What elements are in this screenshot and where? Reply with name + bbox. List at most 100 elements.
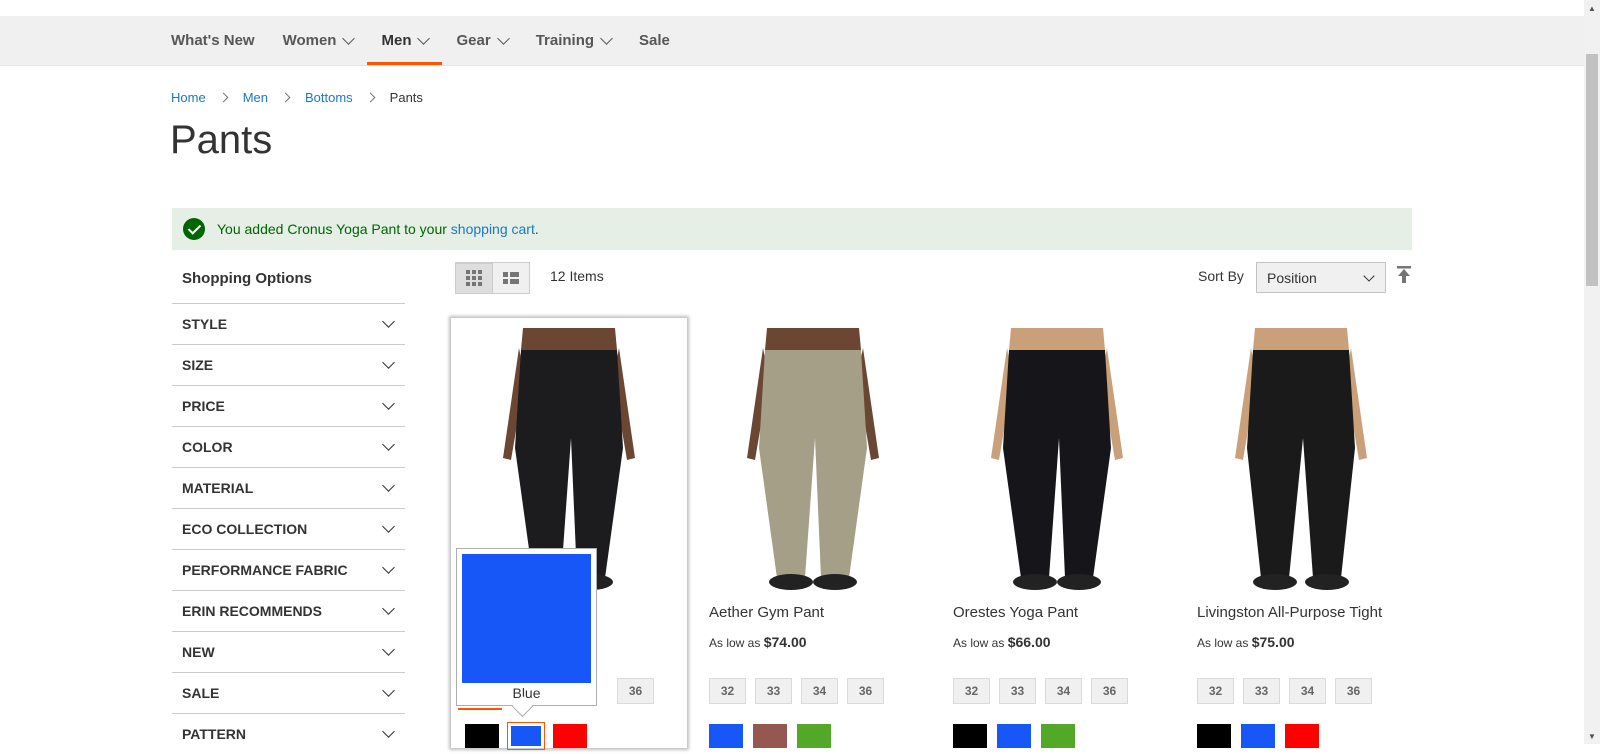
filter-pattern[interactable]: PATTERN: [172, 713, 405, 754]
page-title: Pants: [170, 118, 273, 162]
nav-item-men[interactable]: Men: [367, 16, 443, 65]
color-swatch[interactable]: [753, 724, 787, 748]
sort-direction-arrow-icon[interactable]: [1396, 266, 1412, 284]
product-photo[interactable]: [705, 328, 921, 593]
chevron-down-icon: [382, 479, 395, 492]
chevron-down-icon: [382, 643, 395, 656]
color-swatch[interactable]: [1197, 724, 1231, 748]
filter-label: PERFORMANCE FABRIC: [182, 562, 348, 578]
color-swatch[interactable]: [997, 724, 1031, 748]
breadcrumb-men[interactable]: Men: [243, 90, 268, 105]
size-option[interactable]: 34: [1045, 678, 1082, 704]
nav-item-label: Training: [535, 32, 595, 49]
filter-material[interactable]: MATERIAL: [172, 467, 405, 508]
filter-new[interactable]: NEW: [172, 631, 405, 672]
price-prefix: As low as: [1197, 636, 1249, 650]
breadcrumb: Home Men Bottoms Pants: [171, 90, 423, 105]
items-count: 12 Items: [550, 268, 604, 284]
size-option[interactable]: 36: [617, 678, 654, 704]
scroll-down-arrow-icon[interactable]: ▼: [1584, 728, 1600, 744]
filter-color[interactable]: COLOR: [172, 426, 405, 467]
color-swatch[interactable]: [953, 724, 987, 748]
breadcrumb-home[interactable]: Home: [171, 90, 206, 105]
filter-performance-fabric[interactable]: PERFORMANCE FABRIC: [172, 549, 405, 590]
scroll-up-arrow-icon[interactable]: ▲: [1584, 0, 1600, 16]
nav-item-label: Gear: [456, 32, 491, 49]
size-options: 32 33 34 36: [1197, 678, 1372, 704]
price-value: $75.00: [1251, 634, 1295, 650]
product-name[interactable]: Orestes Yoga Pant: [953, 604, 1078, 621]
size-option[interactable]: 36: [847, 678, 884, 704]
nav-item-women[interactable]: Women: [269, 16, 368, 65]
chevron-down-icon: [382, 684, 395, 697]
checkmark-icon: [183, 218, 205, 240]
price-prefix: As low as: [709, 636, 761, 650]
breadcrumb-bottoms[interactable]: Bottoms: [305, 90, 353, 105]
sort-by-label: Sort By: [1198, 268, 1244, 284]
grid-view-button[interactable]: [455, 262, 493, 294]
filter-size[interactable]: SIZE: [172, 344, 405, 385]
filter-price[interactable]: PRICE: [172, 385, 405, 426]
filter-eco-collection[interactable]: ECO COLLECTION: [172, 508, 405, 549]
product-photo[interactable]: [949, 328, 1165, 593]
color-swatch[interactable]: [465, 724, 499, 748]
success-message: You added Cronus Yoga Pant to your shopp…: [172, 208, 1412, 250]
nav-item-label: Women: [282, 32, 337, 49]
chevron-down-icon: [382, 725, 395, 738]
color-options: [465, 722, 587, 750]
nav-item-sale[interactable]: Sale: [625, 16, 684, 65]
size-option[interactable]: 36: [1335, 678, 1372, 704]
color-swatch[interactable]: [709, 724, 743, 748]
size-option[interactable]: 34: [1289, 678, 1326, 704]
chevron-down-icon: [382, 397, 395, 410]
color-swatch[interactable]: [1285, 724, 1319, 748]
sidebar-filters: Shopping Options STYLE SIZE PRICE COLOR MATE…: [172, 262, 405, 754]
main-navigation: What's New Women Men Gear Training Sale: [0, 16, 1584, 66]
nav-item-label: What's New: [171, 32, 255, 49]
product-photo[interactable]: [1193, 328, 1409, 593]
shopping-options-title: Shopping Options: [182, 270, 312, 287]
color-swatch[interactable]: [1241, 724, 1275, 748]
size-option[interactable]: 34: [801, 678, 838, 704]
nav-item-gear[interactable]: Gear: [442, 16, 521, 65]
filter-erin-recommends[interactable]: ERIN RECOMMENDS: [172, 590, 405, 631]
scroll-thumb[interactable]: [1586, 54, 1598, 286]
size-option[interactable]: 32: [953, 678, 990, 704]
nav-item-label: Men: [381, 32, 412, 49]
size-option[interactable]: 33: [1243, 678, 1280, 704]
chevron-down-icon: [382, 561, 395, 574]
size-option[interactable]: 32: [1197, 678, 1234, 704]
color-swatch[interactable]: [797, 724, 831, 748]
filter-style[interactable]: STYLE: [172, 303, 405, 344]
color-swatch[interactable]: [553, 724, 587, 748]
swatch-tooltip: Blue: [456, 548, 597, 718]
filter-label: ECO COLLECTION: [182, 521, 308, 537]
color-swatch[interactable]: [1041, 724, 1075, 748]
chevron-down-icon: [382, 356, 395, 369]
chevron-down-icon: [1363, 270, 1375, 282]
price-value: $66.00: [1007, 634, 1051, 650]
list-icon: [503, 272, 519, 284]
product-name[interactable]: Aether Gym Pant: [709, 604, 824, 621]
size-option[interactable]: 36: [1091, 678, 1128, 704]
nav-item-what-s-new[interactable]: What's New: [171, 16, 269, 65]
filter-sale[interactable]: SALE: [172, 672, 405, 713]
product-name[interactable]: Livingston All-Purpose Tight: [1197, 604, 1382, 621]
filter-label: ERIN RECOMMENDS: [182, 603, 323, 619]
size-option[interactable]: 32: [709, 678, 746, 704]
filter-label: PRICE: [182, 398, 225, 414]
breadcrumb-separator-icon: [280, 92, 291, 103]
sort-by-select[interactable]: Position: [1256, 262, 1386, 293]
filter-label: MATERIAL: [182, 480, 254, 496]
chevron-down-icon: [496, 31, 510, 45]
size-option[interactable]: 33: [999, 678, 1036, 704]
product-image: [1193, 328, 1409, 593]
chevron-down-icon: [382, 602, 395, 615]
list-view-button[interactable]: [492, 262, 530, 294]
nav-item-training[interactable]: Training: [522, 16, 625, 65]
shopping-cart-link[interactable]: shopping cart: [451, 221, 535, 237]
size-option[interactable]: 33: [755, 678, 792, 704]
color-swatch[interactable]: [507, 722, 545, 750]
color-options: [709, 724, 831, 748]
scrollbar[interactable]: ▲ ▼: [1584, 0, 1600, 744]
